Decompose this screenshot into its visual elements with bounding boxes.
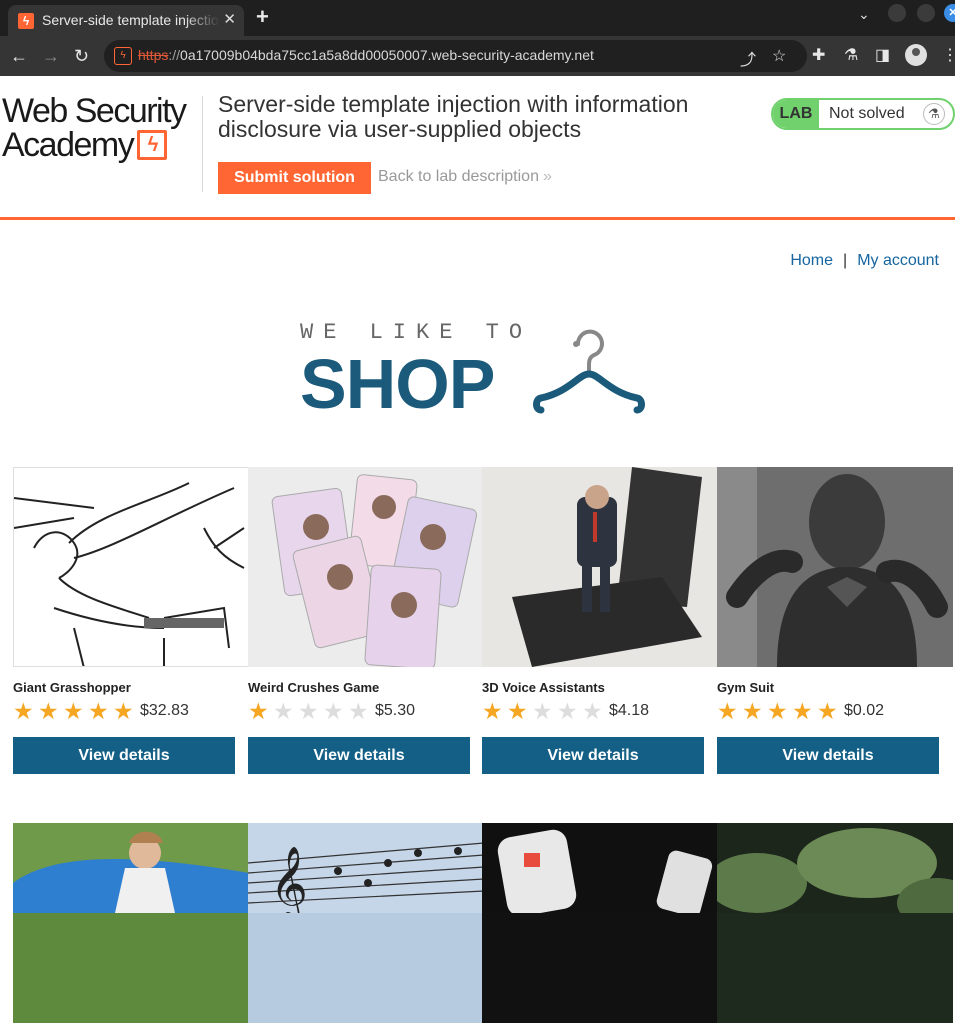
star-filled-icon: ★ (792, 698, 813, 724)
url-text[interactable]: https://0a17009b04bda75cc1a5a8dd00050007… (138, 47, 594, 63)
product-price: $32.83 (140, 702, 189, 719)
product-rating: ★ ★ ★ ★ ★ $0.02 (717, 699, 884, 723)
back-arrow-icon[interactable]: ← (10, 45, 28, 67)
product-price: $4.18 (609, 702, 650, 719)
not-secure-icon[interactable]: ϟ (114, 47, 132, 65)
product-image-weird-crushes-game[interactable] (248, 467, 484, 667)
submit-solution-button[interactable]: Submit solution (218, 162, 371, 194)
product-image-gym-suit[interactable] (717, 467, 953, 667)
url-scheme: https (138, 47, 169, 63)
product-price: $5.30 (375, 702, 416, 719)
star-filled-icon: ★ (482, 698, 503, 724)
logo-line1: Web Security (2, 92, 187, 130)
browser-toolbar: ← → ↻ ϟ https://0a17009b04bda75cc1a5a8dd… (0, 36, 955, 76)
profile-avatar-icon[interactable] (905, 44, 927, 66)
my-account-link[interactable]: My account (857, 252, 939, 269)
top-nav: Home | My account (790, 252, 939, 270)
browser-menu-icon[interactable]: ⋮ (942, 45, 955, 67)
url-host: 0a17009b04bda75cc1a5a8dd00050007.web-sec… (180, 47, 594, 63)
address-bar[interactable]: ϟ https://0a17009b04bda75cc1a5a8dd000500… (104, 40, 807, 72)
star-filled-icon: ★ (13, 698, 34, 724)
shop-tagline: WE LIKE TO (300, 320, 533, 345)
product-image[interactable] (717, 823, 953, 1023)
star-filled-icon: ★ (248, 698, 269, 724)
tab-title: Server-side template injection with info… (42, 12, 220, 28)
view-details-button[interactable]: View details (248, 737, 470, 774)
maximize-button[interactable] (917, 4, 935, 22)
bookmark-star-icon[interactable]: ☆ (772, 46, 786, 66)
back-link-label: Back to lab description (378, 168, 539, 185)
product-image[interactable]: 𝄞 (248, 823, 484, 1023)
nav-separator: | (843, 252, 848, 269)
svg-text:𝄞: 𝄞 (270, 847, 308, 913)
product-rating: ★ ★ ★ ★ ★ $4.18 (482, 699, 649, 723)
reload-icon[interactable]: ↻ (74, 45, 89, 67)
double-chevron-right-icon: » (542, 168, 552, 185)
forward-arrow-icon[interactable]: → (42, 45, 60, 67)
product-rating: ★ ★ ★ ★ ★ $32.83 (13, 699, 189, 723)
star-empty-icon: ★ (532, 698, 553, 724)
shop-logo: WE LIKE TO SHOP (300, 318, 660, 423)
back-to-lab-description-link[interactable]: Back to lab description» (378, 168, 552, 186)
view-details-button[interactable]: View details (13, 737, 235, 774)
coat-hanger-icon (533, 329, 645, 414)
product-image[interactable] (13, 823, 249, 1023)
labs-flask-icon[interactable]: ⚗ (844, 45, 858, 67)
star-filled-icon: ★ (742, 698, 763, 724)
browser-tab-bar: ϟ Server-side template injection with in… (0, 0, 955, 36)
star-empty-icon: ★ (298, 698, 319, 724)
star-filled-icon: ★ (817, 698, 838, 724)
product-price: $0.02 (844, 702, 885, 719)
star-empty-icon: ★ (323, 698, 344, 724)
star-filled-icon: ★ (63, 698, 84, 724)
web-security-academy-logo[interactable]: Web Security Academy ϟ (2, 94, 198, 162)
new-tab-button[interactable]: + (256, 5, 269, 29)
product-image-giant-grasshopper[interactable] (13, 467, 249, 667)
academy-favicon-icon: ϟ (18, 13, 34, 29)
star-filled-icon: ★ (717, 698, 738, 724)
star-filled-icon: ★ (88, 698, 109, 724)
extensions-icon[interactable]: ✚ (812, 45, 825, 67)
product-image[interactable] (482, 823, 718, 1023)
product-name: Giant Grasshopper (13, 680, 131, 695)
view-details-button[interactable]: View details (482, 737, 704, 774)
lab-title: Server-side template injection with info… (218, 91, 689, 142)
lab-status-badge: LAB Not solved ⚗ (771, 98, 955, 130)
close-tab-icon[interactable]: ✕ (223, 10, 236, 30)
star-empty-icon: ★ (348, 698, 369, 724)
share-icon[interactable]: ⤴ (740, 46, 756, 70)
star-filled-icon: ★ (113, 698, 134, 724)
academy-bolt-icon: ϟ (137, 130, 168, 160)
shop-word: SHOP (300, 345, 495, 423)
star-empty-icon: ★ (557, 698, 578, 724)
url-separator: :// (168, 47, 181, 63)
product-name: 3D Voice Assistants (482, 680, 605, 695)
view-details-button[interactable]: View details (717, 737, 939, 774)
home-link[interactable]: Home (790, 252, 833, 269)
side-panel-icon[interactable]: ◨ (875, 45, 890, 67)
star-empty-icon: ★ (273, 698, 294, 724)
star-filled-icon: ★ (767, 698, 788, 724)
logo-line2: Academy (2, 126, 135, 164)
minimize-button[interactable] (888, 4, 906, 22)
product-rating: ★ ★ ★ ★ ★ $5.30 (248, 699, 415, 723)
lab-status-text: Not solved (829, 105, 905, 122)
product-image-3d-voice-assistants[interactable] (482, 467, 718, 667)
browser-tab[interactable]: ϟ Server-side template injection with in… (8, 5, 244, 36)
lab-label: LAB (773, 100, 819, 128)
close-window-button[interactable]: ✕ (944, 4, 955, 22)
product-name: Gym Suit (717, 680, 775, 695)
product-name: Weird Crushes Game (248, 680, 380, 695)
star-filled-icon: ★ (507, 698, 528, 724)
tab-search-chevron-icon[interactable]: ⌄ (858, 6, 870, 23)
flask-icon: ⚗ (923, 103, 945, 125)
header-divider (202, 96, 203, 192)
star-empty-icon: ★ (582, 698, 603, 724)
lab-header: Web Security Academy ϟ Server-side templ… (0, 76, 955, 220)
star-filled-icon: ★ (38, 698, 59, 724)
